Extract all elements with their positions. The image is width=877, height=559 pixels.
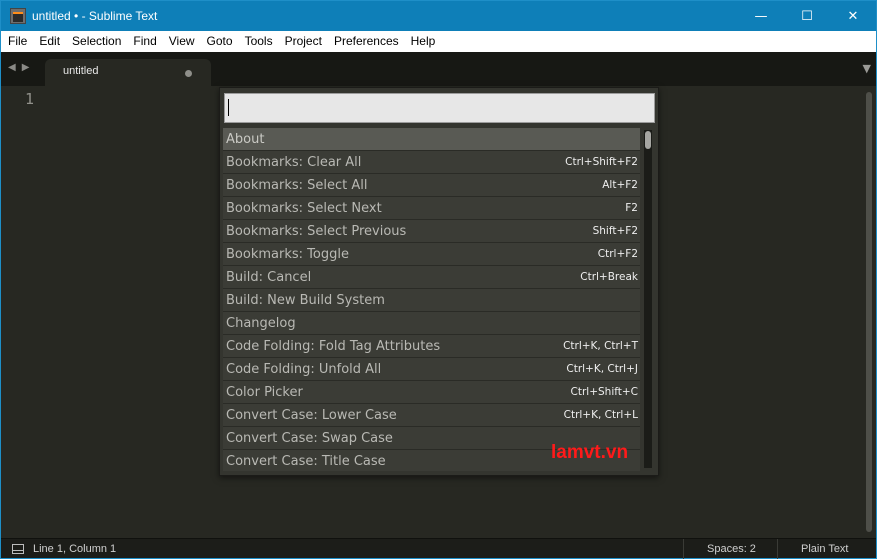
item-label: Color Picker xyxy=(226,384,303,400)
unsaved-dot-icon[interactable] xyxy=(185,70,192,77)
menu-edit[interactable]: Edit xyxy=(33,31,66,52)
item-shortcut: Ctrl+Break xyxy=(580,271,638,283)
tab-list-dropdown-icon[interactable]: ▼ xyxy=(863,62,871,75)
list-item[interactable]: Color Picker Ctrl+Shift+C xyxy=(223,381,640,404)
list-item[interactable]: Code Folding: Fold Tag Attributes Ctrl+K… xyxy=(223,335,640,358)
text-cursor xyxy=(228,99,229,116)
menu-goto[interactable]: Goto xyxy=(201,31,239,52)
item-shortcut: Ctrl+Shift+F2 xyxy=(565,156,638,168)
item-shortcut: Shift+F2 xyxy=(592,225,638,237)
list-item[interactable]: Code Folding: Unfold All Ctrl+K, Ctrl+J xyxy=(223,358,640,381)
item-label: Bookmarks: Select Next xyxy=(226,200,382,216)
status-divider xyxy=(683,539,684,559)
item-label: Bookmarks: Select All xyxy=(226,177,368,193)
item-shortcut: F2 xyxy=(625,202,638,214)
item-label: Build: Cancel xyxy=(226,269,312,285)
editor-scrollbar[interactable] xyxy=(866,92,872,532)
item-label: Code Folding: Fold Tag Attributes xyxy=(226,338,441,354)
status-bar: Line 1, Column 1 Spaces: 2 Plain Text xyxy=(1,538,876,559)
item-label: Build: New Build System xyxy=(226,292,385,308)
item-shortcut: Ctrl+K, Ctrl+J xyxy=(566,363,638,375)
menu-tools[interactable]: Tools xyxy=(239,31,279,52)
item-label: Code Folding: Unfold All xyxy=(226,361,382,377)
item-shortcut: Alt+F2 xyxy=(602,179,638,191)
palette-item-about[interactable]: About xyxy=(223,128,640,151)
list-item[interactable]: Convert Case: Lower Case Ctrl+K, Ctrl+L xyxy=(223,404,640,427)
item-label: About xyxy=(226,131,265,147)
item-shortcut: Ctrl+K, Ctrl+L xyxy=(563,409,638,421)
command-palette-list: About Bookmarks: Clear All Ctrl+Shift+F2… xyxy=(223,128,640,471)
menu-view[interactable]: View xyxy=(163,31,201,52)
tab-nav-arrows: ◀▶ xyxy=(8,62,35,73)
menu-preferences[interactable]: Preferences xyxy=(328,31,405,52)
item-shortcut: Ctrl+Shift+C xyxy=(570,386,638,398)
item-label: Convert Case: Title Case xyxy=(226,453,386,469)
cursor-position: Line 1, Column 1 xyxy=(33,543,117,555)
list-item[interactable]: Bookmarks: Select All Alt+F2 xyxy=(223,174,640,197)
list-item[interactable]: Changelog xyxy=(223,312,640,335)
maximize-button[interactable]: ☐ xyxy=(784,1,830,31)
list-item[interactable]: Build: Cancel Ctrl+Break xyxy=(223,266,640,289)
status-divider xyxy=(777,539,778,559)
item-label: Bookmarks: Select Previous xyxy=(226,223,407,239)
title-bar[interactable]: untitled • - Sublime Text — ☐ ✕ xyxy=(1,1,876,31)
watermark-text: lamvt.vn xyxy=(551,442,629,463)
tab-untitled[interactable]: untitled xyxy=(45,59,211,86)
menu-file[interactable]: File xyxy=(1,31,33,52)
menu-selection[interactable]: Selection xyxy=(66,31,127,52)
item-label: Convert Case: Swap Case xyxy=(226,430,393,446)
window-title: untitled • - Sublime Text xyxy=(32,9,158,23)
minimize-button[interactable]: — xyxy=(738,1,784,31)
sublime-app-icon xyxy=(10,8,26,24)
command-palette-input[interactable] xyxy=(224,93,655,123)
panel-toggle-icon[interactable] xyxy=(12,544,24,554)
close-button[interactable]: ✕ xyxy=(830,1,876,31)
menu-find[interactable]: Find xyxy=(127,31,162,52)
item-label: Changelog xyxy=(226,315,296,331)
menu-help[interactable]: Help xyxy=(405,31,442,52)
tab-bar: ◀▶ untitled ▼ xyxy=(1,52,876,86)
syntax-setting[interactable]: Plain Text xyxy=(801,543,849,555)
item-shortcut: Ctrl+K, Ctrl+T xyxy=(563,340,638,352)
item-shortcut: Ctrl+F2 xyxy=(597,248,638,260)
list-item[interactable]: Build: New Build System xyxy=(223,289,640,312)
item-label: Convert Case: Lower Case xyxy=(226,407,397,423)
list-item[interactable]: Bookmarks: Clear All Ctrl+Shift+F2 xyxy=(223,151,640,174)
menu-bar: File Edit Selection Find View Goto Tools… xyxy=(1,31,876,52)
item-label: Bookmarks: Clear All xyxy=(226,154,362,170)
palette-scrollbar[interactable] xyxy=(644,130,652,468)
item-label: Bookmarks: Toggle xyxy=(226,246,349,262)
menu-project[interactable]: Project xyxy=(279,31,328,52)
list-item[interactable]: Bookmarks: Select Next F2 xyxy=(223,197,640,220)
tab-forward-icon[interactable]: ▶ xyxy=(22,62,36,73)
list-item[interactable]: Bookmarks: Select Previous Shift+F2 xyxy=(223,220,640,243)
line-number: 1 xyxy=(25,90,35,108)
window-controls: — ☐ ✕ xyxy=(738,1,876,31)
command-palette: About Bookmarks: Clear All Ctrl+Shift+F2… xyxy=(219,87,659,476)
tab-back-icon[interactable]: ◀ xyxy=(8,62,22,73)
tab-label: untitled xyxy=(63,65,99,77)
palette-scrollbar-thumb[interactable] xyxy=(645,131,651,149)
indentation-setting[interactable]: Spaces: 2 xyxy=(707,543,756,555)
list-item[interactable]: Bookmarks: Toggle Ctrl+F2 xyxy=(223,243,640,266)
sublime-window: untitled • - Sublime Text — ☐ ✕ File Edi… xyxy=(0,0,877,559)
